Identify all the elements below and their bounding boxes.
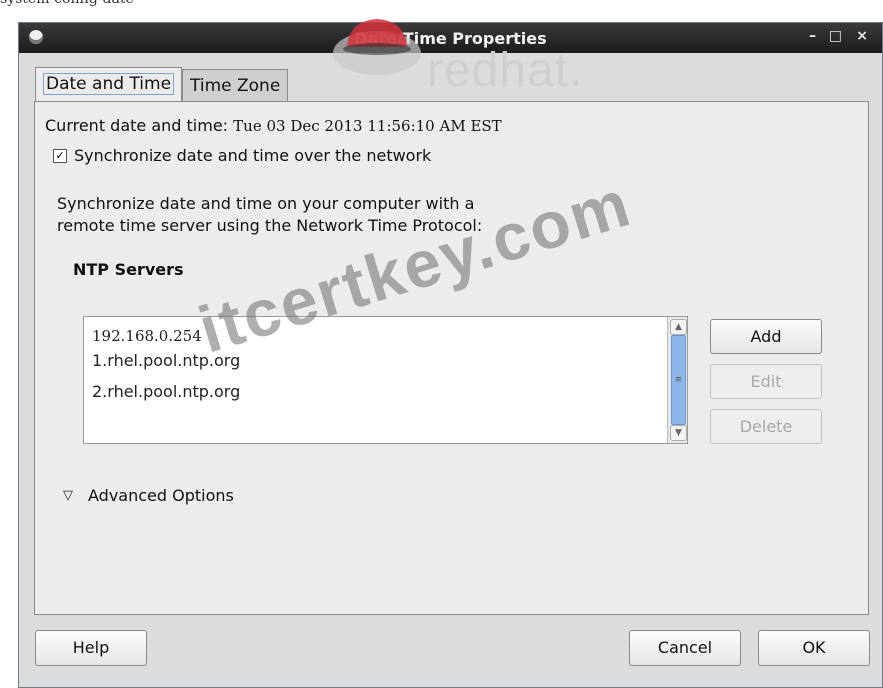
minimize-button[interactable]: –	[809, 28, 816, 44]
current-date-time-value: Tue 03 Dec 2013 11:56:10 AM EST	[233, 117, 502, 135]
ok-button[interactable]: OK	[758, 630, 870, 666]
ntp-servers-heading: NTP Servers	[73, 260, 184, 279]
add-server-button[interactable]: Add	[710, 319, 822, 354]
top-caption: system-config-date	[0, 0, 134, 7]
edit-server-button[interactable]: Edit	[710, 364, 822, 399]
tab-date-and-time[interactable]: Date and Time	[35, 67, 183, 101]
scroll-thumb[interactable]: ≡	[671, 335, 686, 425]
list-item[interactable]: 192.168.0.254	[92, 327, 202, 345]
advanced-options-expander[interactable]: Advanced Options	[88, 486, 234, 505]
current-date-time-row: Current date and time: Tue 03 Dec 2013 1…	[45, 116, 502, 135]
close-button[interactable]: ×	[856, 28, 868, 44]
ntp-servers-list[interactable]: 192.168.0.254 1.rhel.pool.ntp.org 2.rhel…	[83, 316, 688, 444]
maximize-button[interactable]: □	[829, 28, 842, 44]
help-button[interactable]: Help	[35, 630, 147, 666]
date-and-time-panel: Current date and time: Tue 03 Dec 2013 1…	[34, 101, 869, 615]
sync-network-checkbox[interactable]: ✓	[53, 149, 67, 163]
expander-triangle-icon[interactable]: ▽	[63, 488, 73, 503]
sync-network-label[interactable]: Synchronize date and time over the netwo…	[74, 146, 431, 165]
tab-time-zone-label: Time Zone	[190, 76, 281, 96]
ntp-description-line-2: remote time server using the Network Tim…	[57, 216, 483, 235]
list-item[interactable]: 2.rhel.pool.ntp.org	[92, 382, 240, 401]
title-bar[interactable]: Date/Time Properties – □ ×	[19, 23, 882, 53]
tab-date-and-time-label: Date and Time	[43, 73, 175, 95]
tab-time-zone[interactable]: Time Zone	[182, 69, 289, 101]
current-date-time-label: Current date and time:	[45, 116, 229, 135]
ntp-list-scrollbar[interactable]: ▲ ≡ ▼	[667, 317, 687, 443]
ntp-description-line-1: Synchronize date and time on your comput…	[57, 194, 475, 213]
scroll-up-icon[interactable]: ▲	[670, 319, 687, 335]
scroll-down-icon[interactable]: ▼	[670, 425, 687, 441]
cancel-button[interactable]: Cancel	[629, 630, 741, 666]
date-time-properties-window: Date/Time Properties – □ × redhat. Date …	[18, 19, 883, 688]
list-item[interactable]: 1.rhel.pool.ntp.org	[92, 351, 240, 370]
window-title: Date/Time Properties	[354, 29, 547, 48]
delete-server-button[interactable]: Delete	[710, 409, 822, 444]
